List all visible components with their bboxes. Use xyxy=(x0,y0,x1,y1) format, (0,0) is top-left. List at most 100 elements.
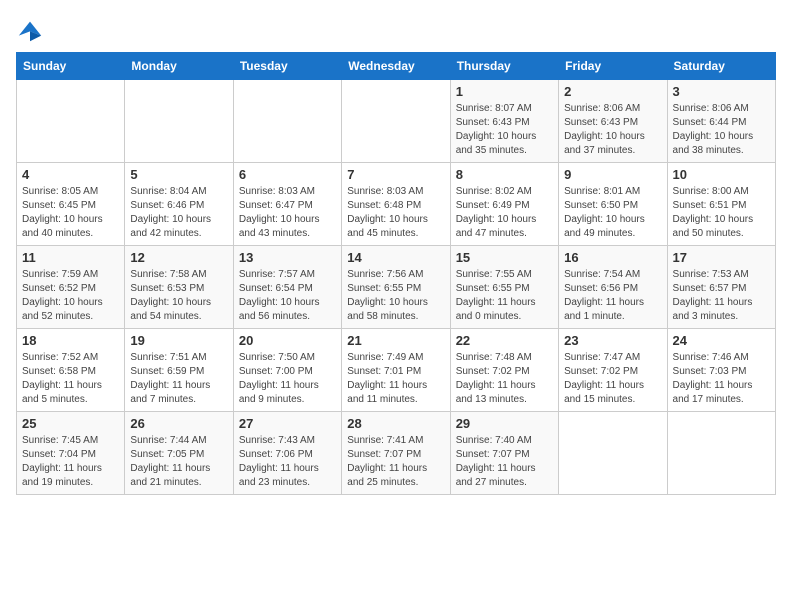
day-number: 21 xyxy=(347,333,444,348)
day-number: 3 xyxy=(673,84,770,99)
calendar-cell: 3 Sunrise: 8:06 AM Sunset: 6:44 PM Daylig… xyxy=(667,80,775,163)
weekday-header-wednesday: Wednesday xyxy=(342,53,450,80)
calendar-cell: 7 Sunrise: 8:03 AM Sunset: 6:48 PM Daylig… xyxy=(342,163,450,246)
day-number: 29 xyxy=(456,416,553,431)
calendar-cell: 24 Sunrise: 7:46 AM Sunset: 7:03 PM Dayli… xyxy=(667,329,775,412)
day-info: Sunrise: 7:56 AM Sunset: 6:55 PM Dayligh… xyxy=(347,268,444,324)
day-info: Sunrise: 7:41 AM Sunset: 7:07 PM Dayligh… xyxy=(347,434,444,490)
day-info: Sunrise: 8:03 AM Sunset: 6:48 PM Dayligh… xyxy=(347,185,444,241)
calendar-cell: 20 Sunrise: 7:50 AM Sunset: 7:00 PM Dayli… xyxy=(233,329,341,412)
logo xyxy=(16,16,48,44)
calendar-cell: 17 Sunrise: 7:53 AM Sunset: 6:57 PM Dayli… xyxy=(667,246,775,329)
logo-icon xyxy=(16,16,44,44)
calendar-week-row: 25 Sunrise: 7:45 AM Sunset: 7:04 PM Dayli… xyxy=(17,412,776,495)
day-number: 28 xyxy=(347,416,444,431)
weekday-header-monday: Monday xyxy=(125,53,233,80)
page-header xyxy=(16,16,776,44)
weekday-header-row: SundayMondayTuesdayWednesdayThursdayFrid… xyxy=(17,53,776,80)
weekday-header-sunday: Sunday xyxy=(17,53,125,80)
day-number: 24 xyxy=(673,333,770,348)
day-info: Sunrise: 7:46 AM Sunset: 7:03 PM Dayligh… xyxy=(673,351,770,407)
day-info: Sunrise: 8:04 AM Sunset: 6:46 PM Dayligh… xyxy=(130,185,227,241)
day-info: Sunrise: 7:53 AM Sunset: 6:57 PM Dayligh… xyxy=(673,268,770,324)
day-info: Sunrise: 8:05 AM Sunset: 6:45 PM Dayligh… xyxy=(22,185,119,241)
day-number: 18 xyxy=(22,333,119,348)
day-number: 13 xyxy=(239,250,336,265)
day-info: Sunrise: 7:58 AM Sunset: 6:53 PM Dayligh… xyxy=(130,268,227,324)
calendar-cell: 13Sunrise: 7:57 AM Sunset: 6:54 PM Dayli… xyxy=(233,246,341,329)
calendar-week-row: 1 Sunrise: 8:07 AM Sunset: 6:43 PM Daylig… xyxy=(17,80,776,163)
calendar-cell xyxy=(17,80,125,163)
calendar-cell: 23 Sunrise: 7:47 AM Sunset: 7:02 PM Dayli… xyxy=(559,329,667,412)
weekday-header-saturday: Saturday xyxy=(667,53,775,80)
calendar-table: SundayMondayTuesdayWednesdayThursdayFrid… xyxy=(16,52,776,495)
day-info: Sunrise: 7:59 AM Sunset: 6:52 PM Dayligh… xyxy=(22,268,119,324)
day-number: 17 xyxy=(673,250,770,265)
day-info: Sunrise: 7:52 AM Sunset: 6:58 PM Dayligh… xyxy=(22,351,119,407)
calendar-cell xyxy=(233,80,341,163)
calendar-week-row: 18 Sunrise: 7:52 AM Sunset: 6:58 PM Dayli… xyxy=(17,329,776,412)
day-info: Sunrise: 7:50 AM Sunset: 7:00 PM Dayligh… xyxy=(239,351,336,407)
day-number: 10 xyxy=(673,167,770,182)
calendar-cell: 8 Sunrise: 8:02 AM Sunset: 6:49 PM Daylig… xyxy=(450,163,558,246)
day-number: 15 xyxy=(456,250,553,265)
day-info: Sunrise: 7:51 AM Sunset: 6:59 PM Dayligh… xyxy=(130,351,227,407)
day-info: Sunrise: 8:02 AM Sunset: 6:49 PM Dayligh… xyxy=(456,185,553,241)
calendar-cell: 5Sunrise: 8:04 AM Sunset: 6:46 PM Daylig… xyxy=(125,163,233,246)
calendar-cell: 4 Sunrise: 8:05 AM Sunset: 6:45 PM Daylig… xyxy=(17,163,125,246)
day-number: 26 xyxy=(130,416,227,431)
day-info: Sunrise: 7:48 AM Sunset: 7:02 PM Dayligh… xyxy=(456,351,553,407)
weekday-header-friday: Friday xyxy=(559,53,667,80)
calendar-cell xyxy=(559,412,667,495)
day-number: 8 xyxy=(456,167,553,182)
calendar-week-row: 4 Sunrise: 8:05 AM Sunset: 6:45 PM Daylig… xyxy=(17,163,776,246)
day-info: Sunrise: 7:43 AM Sunset: 7:06 PM Dayligh… xyxy=(239,434,336,490)
calendar-cell: 15 Sunrise: 7:55 AM Sunset: 6:55 PM Dayli… xyxy=(450,246,558,329)
day-number: 14 xyxy=(347,250,444,265)
day-info: Sunrise: 7:47 AM Sunset: 7:02 PM Dayligh… xyxy=(564,351,661,407)
calendar-cell xyxy=(667,412,775,495)
day-info: Sunrise: 8:06 AM Sunset: 6:44 PM Dayligh… xyxy=(673,102,770,158)
day-number: 9 xyxy=(564,167,661,182)
day-number: 16 xyxy=(564,250,661,265)
day-number: 11 xyxy=(22,250,119,265)
day-number: 4 xyxy=(22,167,119,182)
day-number: 23 xyxy=(564,333,661,348)
day-number: 7 xyxy=(347,167,444,182)
calendar-cell: 29 Sunrise: 7:40 AM Sunset: 7:07 PM Dayli… xyxy=(450,412,558,495)
day-info: Sunrise: 8:07 AM Sunset: 6:43 PM Dayligh… xyxy=(456,102,553,158)
calendar-cell: 9 Sunrise: 8:01 AM Sunset: 6:50 PM Daylig… xyxy=(559,163,667,246)
day-info: Sunrise: 7:40 AM Sunset: 7:07 PM Dayligh… xyxy=(456,434,553,490)
day-info: Sunrise: 7:55 AM Sunset: 6:55 PM Dayligh… xyxy=(456,268,553,324)
day-number: 20 xyxy=(239,333,336,348)
day-number: 27 xyxy=(239,416,336,431)
calendar-cell: 6 Sunrise: 8:03 AM Sunset: 6:47 PM Daylig… xyxy=(233,163,341,246)
calendar-cell: 18 Sunrise: 7:52 AM Sunset: 6:58 PM Dayli… xyxy=(17,329,125,412)
day-number: 25 xyxy=(22,416,119,431)
day-number: 6 xyxy=(239,167,336,182)
day-info: Sunrise: 7:49 AM Sunset: 7:01 PM Dayligh… xyxy=(347,351,444,407)
day-info: Sunrise: 8:01 AM Sunset: 6:50 PM Dayligh… xyxy=(564,185,661,241)
day-info: Sunrise: 8:06 AM Sunset: 6:43 PM Dayligh… xyxy=(564,102,661,158)
day-info: Sunrise: 7:45 AM Sunset: 7:04 PM Dayligh… xyxy=(22,434,119,490)
calendar-cell: 25 Sunrise: 7:45 AM Sunset: 7:04 PM Dayli… xyxy=(17,412,125,495)
weekday-header-thursday: Thursday xyxy=(450,53,558,80)
calendar-cell xyxy=(125,80,233,163)
day-info: Sunrise: 7:44 AM Sunset: 7:05 PM Dayligh… xyxy=(130,434,227,490)
calendar-cell: 26 Sunrise: 7:44 AM Sunset: 7:05 PM Dayli… xyxy=(125,412,233,495)
calendar-cell: 10Sunrise: 8:00 AM Sunset: 6:51 PM Dayli… xyxy=(667,163,775,246)
calendar-cell: 19Sunrise: 7:51 AM Sunset: 6:59 PM Dayli… xyxy=(125,329,233,412)
day-number: 12 xyxy=(130,250,227,265)
calendar-cell: 22 Sunrise: 7:48 AM Sunset: 7:02 PM Dayli… xyxy=(450,329,558,412)
calendar-cell: 28 Sunrise: 7:41 AM Sunset: 7:07 PM Dayli… xyxy=(342,412,450,495)
day-info: Sunrise: 7:54 AM Sunset: 6:56 PM Dayligh… xyxy=(564,268,661,324)
calendar-cell: 21 Sunrise: 7:49 AM Sunset: 7:01 PM Dayli… xyxy=(342,329,450,412)
day-info: Sunrise: 8:03 AM Sunset: 6:47 PM Dayligh… xyxy=(239,185,336,241)
calendar-cell: 16 Sunrise: 7:54 AM Sunset: 6:56 PM Dayli… xyxy=(559,246,667,329)
calendar-cell: 12 Sunrise: 7:58 AM Sunset: 6:53 PM Dayli… xyxy=(125,246,233,329)
calendar-cell: 11 Sunrise: 7:59 AM Sunset: 6:52 PM Dayli… xyxy=(17,246,125,329)
weekday-header-tuesday: Tuesday xyxy=(233,53,341,80)
day-number: 22 xyxy=(456,333,553,348)
day-number: 1 xyxy=(456,84,553,99)
calendar-cell xyxy=(342,80,450,163)
